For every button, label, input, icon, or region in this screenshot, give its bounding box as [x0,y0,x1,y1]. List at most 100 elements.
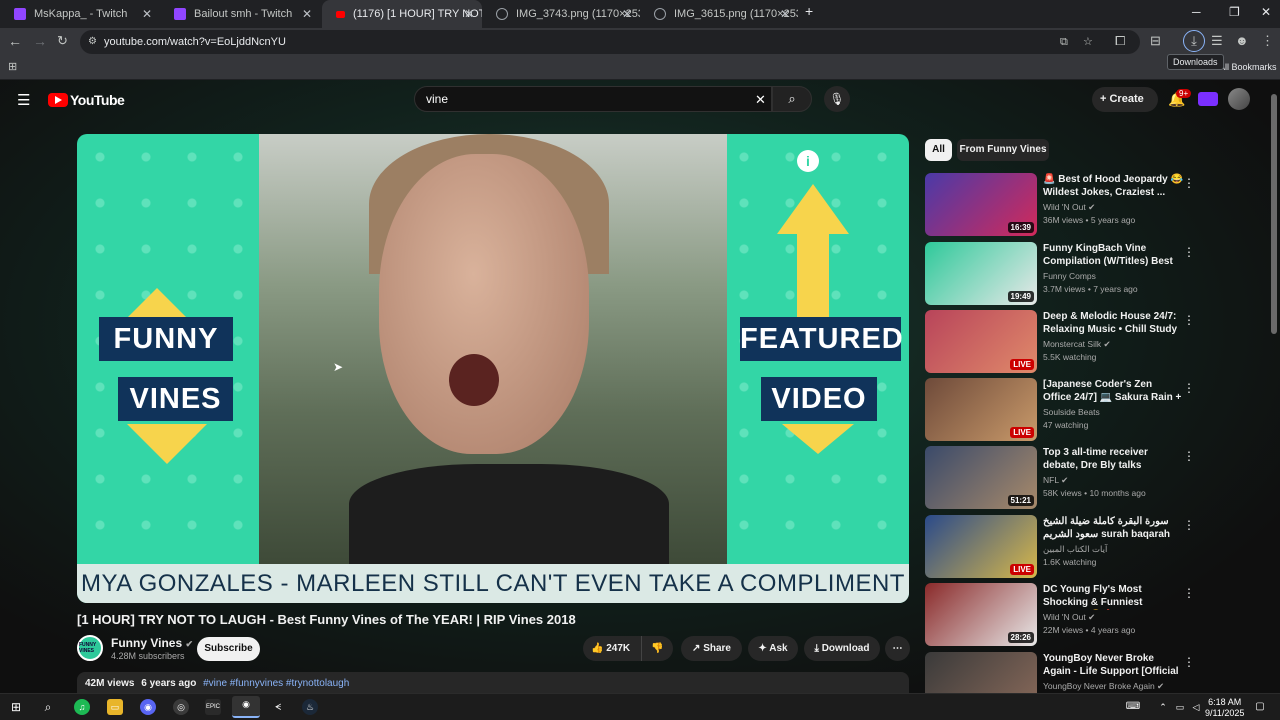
more-vertical-icon[interactable]: ⋮ [1183,449,1195,463]
network-icon[interactable]: ▭ [1172,699,1188,715]
video-thumbnail[interactable]: 16:39 [925,173,1037,236]
chip-all[interactable]: All [925,139,952,161]
site-info-icon[interactable]: ⚙ [88,30,97,54]
close-icon[interactable]: ✕ [302,7,312,21]
dislike-button[interactable]: 👎 [641,636,673,661]
browser-tab[interactable]: MsKappa_ - Twitch ✕ [0,0,160,28]
all-bookmarks[interactable]: All Bookmarks [1219,62,1277,72]
url-bar[interactable]: ⚙ youtube.com/watch?v=EoLjddNcnYU ⧉ ☆ [80,30,1140,54]
more-actions-button[interactable]: ⋯ [885,636,910,661]
browser-tab[interactable]: Bailout smh - Twitch ✕ [160,0,320,28]
cast-icon[interactable]: ⧉ [1060,30,1068,54]
rec-channel[interactable]: YoungBoy Never Broke Again ✔ [1043,681,1164,692]
like-button[interactable]: 👍 247K [583,636,641,661]
video-thumbnail[interactable]: LIVE [925,310,1037,373]
hashtags[interactable]: #vine #funnyvines #trynottolaugh [203,678,349,689]
description-box[interactable]: 42M views 6 years ago #vine #funnyvines … [77,672,909,693]
windows-start-icon[interactable]: ⊞ [8,699,24,715]
rec-channel[interactable]: Funny Comps [1043,271,1096,281]
info-icon[interactable]: i [797,150,819,172]
recommended-video[interactable]: LIVE [Japanese Coder's Zen Office 24/7] … [925,378,1270,442]
discord-icon[interactable]: ◉ [140,699,156,715]
search-icon[interactable]: ⌕ [40,699,56,715]
close-icon[interactable]: ✕ [622,7,632,21]
close-window-icon[interactable]: ✕ [1261,5,1271,19]
search-input[interactable]: vine ✕ [414,86,772,112]
recommended-video[interactable]: 19:49 Funny KingBach Vine Compilation (W… [925,242,1270,306]
more-vertical-icon[interactable]: ⋮ [1183,381,1195,395]
forward-icon[interactable]: → [33,33,47,49]
video-thumbnail[interactable]: 19:49 [925,242,1037,305]
rec-channel[interactable]: Monstercat Silk ✔ [1043,339,1111,350]
youtube-logo[interactable]: YouTube [48,92,125,108]
video-thumbnail[interactable]: LIVE [925,515,1037,578]
channel-name[interactable]: Funny Vines ✔ [111,636,193,650]
app-icon[interactable]: ◎ [173,699,189,715]
rec-channel[interactable]: Wild 'N Out ✔ [1043,612,1095,623]
more-vertical-icon[interactable]: ⋮ [1183,176,1195,190]
rec-channel[interactable]: NFL ✔ [1043,475,1068,486]
more-vertical-icon[interactable]: ⋮ [1183,313,1195,327]
extensions-icon[interactable]: ⧠ [1115,33,1125,49]
restore-icon[interactable]: ❐ [1229,5,1240,19]
recommended-video[interactable]: 16:39 🚨 Best of Hood Jeopardy 😂 Wildest … [925,173,1270,237]
tab-search-icon[interactable]: ⊟ [1150,33,1161,49]
rec-channel[interactable]: Wild 'N Out ✔ [1043,202,1095,213]
channel-avatar[interactable]: FUNNY VINES [77,635,103,661]
rec-channel[interactable]: آيات الكتاب المبين [1043,544,1107,555]
browser-tab-active[interactable]: (1176) [1 HOUR] TRY NOT ✕ [322,0,482,28]
recommended-video[interactable]: YoungBoy Never Broke Again - Life Suppor… [925,652,1270,693]
more-vertical-icon[interactable]: ⋮ [1183,655,1195,669]
video-thumbnail[interactable]: 28:26 [925,583,1037,646]
more-vertical-icon[interactable]: ⋮ [1183,586,1195,600]
notification-center-icon[interactable]: ▢ [1252,699,1268,715]
minimize-icon[interactable]: ─ [1192,5,1201,19]
voice-search-button[interactable]: 🎙 [824,86,850,112]
recommended-video[interactable]: 51:21 Top 3 all-time receiver debate, Dr… [925,446,1270,510]
more-vertical-icon[interactable]: ⋮ [1183,518,1195,532]
chrome-icon[interactable]: ◉ [232,696,260,718]
page-scrollbar[interactable] [1271,94,1277,334]
clear-search-icon[interactable]: ✕ [755,87,766,112]
browser-tab[interactable]: IMG_3615.png (1170×2532) ✕ [640,0,798,28]
app-icon[interactable]: ᗕ [270,699,286,715]
spotify-icon[interactable]: ♫ [74,699,90,715]
hamburger-menu-icon[interactable]: ☰ [17,91,30,109]
steam-icon[interactable]: ♨ [302,699,318,715]
menu-icon[interactable]: ⋮ [1261,33,1274,49]
browser-tab[interactable]: IMG_3743.png (1170×2532) ✕ [482,0,640,28]
chip-from-channel[interactable]: From Funny Vines [957,139,1049,161]
premium-icon[interactable] [1198,92,1218,106]
close-icon[interactable]: ✕ [780,7,790,21]
more-vertical-icon[interactable]: ⋮ [1183,245,1195,259]
share-button[interactable]: ↗ Share [681,636,742,661]
system-clock[interactable]: 6:18 AM 9/11/2025 [1205,697,1244,719]
volume-icon[interactable]: ◁ [1188,699,1204,715]
subscribe-button[interactable]: Subscribe [197,637,260,661]
create-button[interactable]: + Create [1092,87,1158,112]
apps-grid-icon[interactable]: ⊞ [8,60,17,73]
search-button[interactable]: ⌕ [772,86,812,112]
video-player[interactable]: FUNNY VINES i FEATURED VIDEO MYA GONZALE… [77,134,909,603]
keyboard-icon[interactable]: ⌨ [1125,699,1141,715]
close-icon[interactable]: ✕ [464,7,474,21]
media-icon[interactable]: ☰ [1211,33,1223,49]
file-explorer-icon[interactable]: ▭ [107,699,123,715]
reload-icon[interactable]: ↻ [57,33,68,49]
account-avatar[interactable] [1228,88,1250,110]
video-thumbnail[interactable]: 51:21 [925,446,1037,509]
video-thumbnail[interactable]: LIVE [925,378,1037,441]
recommended-video[interactable]: LIVE Deep & Melodic House 24/7: Relaxing… [925,310,1270,374]
new-tab-icon[interactable]: + [805,3,813,19]
video-thumbnail[interactable] [925,652,1037,693]
back-icon[interactable]: ← [8,33,22,49]
profile-icon[interactable]: ☻ [1235,33,1249,48]
close-icon[interactable]: ✕ [142,7,152,21]
epic-games-icon[interactable]: EPIC [205,699,221,715]
ask-button[interactable]: ✦ Ask [748,636,798,661]
recommended-video[interactable]: 28:26 DC Young Fly's Most Shocking & Fun… [925,583,1270,647]
chevron-up-icon[interactable]: ⌃ [1155,699,1171,715]
download-button[interactable]: ⤓ Download [804,636,880,661]
download-icon[interactable]: ⤓ [1183,30,1205,52]
recommended-video[interactable]: LIVE سورة البقرة كاملة ضيلة الشيخ سعود ا… [925,515,1270,579]
